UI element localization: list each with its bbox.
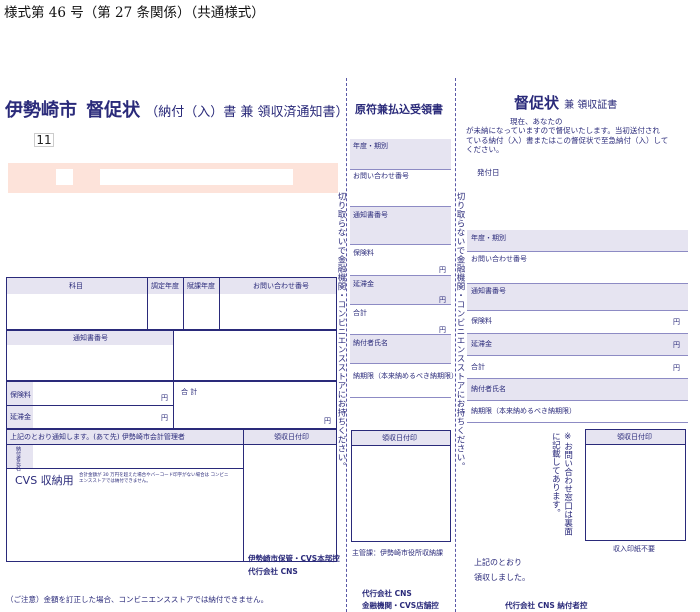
form-code: 11 xyxy=(34,133,54,147)
mid-insurance-yen: 円 xyxy=(439,266,446,274)
right-late-fee: 延滞金 xyxy=(471,340,492,348)
notice-number-header: 通知書番号 xyxy=(73,334,108,342)
mid-custodian: 主管課：伊勢崎市役所収納課 xyxy=(352,549,443,557)
barcode-window-large xyxy=(100,169,293,185)
right-message: 現在、あなたの が未納になっていますので督促いたします。当初送付され ている納付… xyxy=(466,117,691,155)
mid-inquiry: お問い合わせ番号 xyxy=(353,172,409,180)
mid-notice-no: 通知書番号 xyxy=(353,211,388,219)
message-line-1: 現在、あなたの xyxy=(510,117,563,126)
right-total-yen: 円 xyxy=(673,364,680,372)
mid-stamp-header: 領収日付印 xyxy=(382,434,417,442)
document-subtitle: （納付（入）書 兼 領収済通知書） xyxy=(145,105,349,120)
left-title: 伊勢崎市 督促状 （納付（入）書 兼 領収済通知書） xyxy=(5,96,348,122)
left-org-line1: 伊勢崎市保管・CVS本部控 xyxy=(248,554,340,563)
cvs-label: CVS 収納用 xyxy=(15,474,74,487)
form-header: 様式第 46 号（第 27 条関係）（共通様式） xyxy=(4,5,265,21)
notice-block: 上記のとおり通知します。(あて先) 伊勢崎市会計管理者 領収日付印 納付者氏名 … xyxy=(6,429,337,562)
insurance-label: 保険料 xyxy=(10,391,31,399)
right-stamp-box: 領収日付印 xyxy=(585,429,686,541)
mid-year-period: 年度・期別 xyxy=(353,142,388,150)
mid-org-line2: 金融機関・CVS店舗控 xyxy=(362,601,439,610)
city-name: 伊勢崎市 xyxy=(5,100,77,121)
mid-late-fee: 延滞金 xyxy=(353,280,374,288)
mid-stamp-box: 領収日付印 xyxy=(351,430,451,542)
notice-number-table: 通知書番号 xyxy=(6,330,337,381)
tax-year-header: 賦課年度 xyxy=(187,282,215,290)
right-title-sub: 兼 領収証書 xyxy=(564,100,618,111)
message-line-2: が未納になっていますので督促いたします。当初送付され xyxy=(466,126,660,136)
right-inquiry: お問い合わせ番号 xyxy=(471,255,527,263)
right-insurance-yen: 円 xyxy=(673,318,680,326)
inquiry-note: ※お問い合わせ窓口は裏面に記載してあります。 xyxy=(550,432,573,536)
left-org-line2: 代行会社 CNS xyxy=(248,567,298,576)
right-org-line: 代行会社 CNS 納付者控 xyxy=(505,601,588,610)
right-insurance: 保険料 xyxy=(471,317,492,325)
cut-instruction-right: 切り取らないで金融機関・コンビニエンスストアにお持ちください。 xyxy=(455,192,465,471)
right-total: 合計 xyxy=(471,363,485,371)
payer-name-label: 納付者氏名 xyxy=(15,446,21,471)
insurance-yen: 円 xyxy=(161,394,168,402)
issue-date: 発付日 xyxy=(477,168,500,177)
inquiry-header: お問い合わせ番号 xyxy=(253,282,309,290)
total-label: 合 計 xyxy=(181,388,198,396)
levy-year-header: 調定年度 xyxy=(151,282,179,290)
subject-table: 科目 調定年度 賦課年度 お問い合わせ番号 xyxy=(6,277,337,330)
right-notice-no: 通知書番号 xyxy=(471,287,506,295)
message-line-4: ください。 xyxy=(466,145,504,155)
total-yen: 円 xyxy=(324,417,331,425)
right-late-fee-yen: 円 xyxy=(673,341,680,349)
caution-note: （ご注意）金額を訂正した場合、コンビニエンスストアでは納付できません。 xyxy=(6,595,269,604)
left-receipt-stamp-header: 領収日付印 xyxy=(274,433,309,441)
notice-line: 上記のとおり通知します。(あて先) 伊勢崎市会計管理者 xyxy=(10,433,185,441)
mid-org-line1: 代行会社 CNS xyxy=(362,589,412,598)
received-line-1: 上記のとおり xyxy=(474,558,522,567)
mid-deadline: 納期限（本来納めるべき納期限） xyxy=(353,372,458,380)
message-line-3: ている納付（入）書またはこの督促状で至急納付（入）して xyxy=(466,135,669,145)
mid-payer: 納付者氏名 xyxy=(353,339,388,347)
middle-title: 原符兼払込受領書 xyxy=(355,103,443,116)
right-year-period: 年度・期別 xyxy=(471,234,506,242)
right-title: 督促状 兼 領収証書 xyxy=(514,92,617,113)
mid-insurance: 保険料 xyxy=(353,249,374,257)
barcode-window-small xyxy=(56,169,73,185)
subject-header: 科目 xyxy=(69,282,83,290)
right-title-main: 督促状 xyxy=(514,94,560,112)
right-deadline: 納期限（本来納めるべき納期限） xyxy=(471,407,576,415)
no-stamp-required: 収入印紙不要 xyxy=(613,545,655,553)
right-stamp-header: 領収日付印 xyxy=(617,433,652,441)
right-payer: 納付者氏名 xyxy=(471,385,506,393)
late-fee-yen: 円 xyxy=(161,414,168,422)
mid-total: 合計 xyxy=(353,309,367,317)
received-line-2: 領収しました。 xyxy=(474,573,530,582)
late-fee-label: 延滞金 xyxy=(10,413,31,421)
document-title: 督促状 xyxy=(86,100,141,121)
amount-table: 保険料 延滞金 円 円 合 計 円 xyxy=(6,381,337,429)
cvs-note: 合計金額が 30 万円を超えた場合やバーコード印字がない場合は コンビニエンスス… xyxy=(79,473,229,485)
